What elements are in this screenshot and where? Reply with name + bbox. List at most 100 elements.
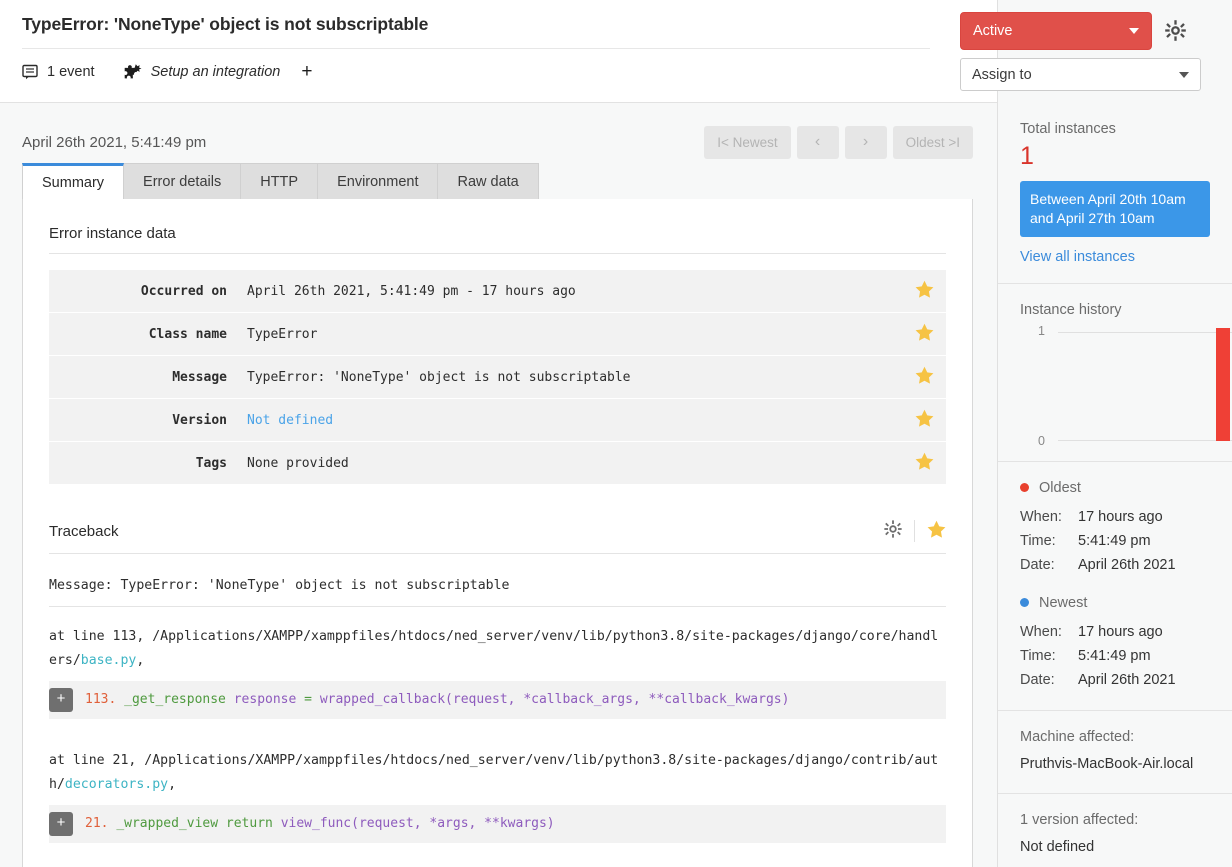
total-instances-value: 1 xyxy=(1020,143,1210,171)
instance-endpoints-block: Oldest When: 17 hours ago Time: 5:41:49 … xyxy=(998,461,1232,710)
table-row: Class name TypeError xyxy=(49,313,946,356)
main-column: TypeError: 'NoneType' object is not subs… xyxy=(0,0,997,867)
tab-error-details[interactable]: Error details xyxy=(124,163,241,199)
newest-date-label: Date: xyxy=(1020,668,1078,692)
oldest-title: Oldest xyxy=(1039,480,1081,496)
row-star[interactable] xyxy=(902,356,946,399)
page-header: TypeError: 'NoneType' object is not subs… xyxy=(0,0,997,103)
expand-frame-button[interactable]: + xyxy=(49,812,73,836)
traceback-header-icons xyxy=(884,520,946,542)
path-prefix: at line 21, /Applications/XAMPP/xamppfil… xyxy=(49,753,938,792)
table-row: Occurred on April 26th 2021, 5:41:49 pm … xyxy=(49,270,946,313)
code-line: 113. _get_response response = wrapped_ca… xyxy=(85,681,946,719)
instance-pager: I< Newest ‹ › Oldest >I xyxy=(704,126,973,159)
traceback-path: at line 21, /Applications/XAMPP/xamppfil… xyxy=(49,745,946,805)
table-row: Version Not defined xyxy=(49,399,946,442)
tab-environment[interactable]: Environment xyxy=(318,163,438,199)
view-all-instances-link[interactable]: View all instances xyxy=(1020,249,1210,265)
row-key: Message xyxy=(49,356,241,399)
newest-date-value: April 26th 2021 xyxy=(1078,668,1176,692)
oldest-date-label: Date: xyxy=(1020,553,1078,577)
newest-date-row: Date: April 26th 2021 xyxy=(1020,668,1210,692)
status-label: Active xyxy=(973,23,1129,39)
event-count-label: 1 event xyxy=(47,64,95,80)
row-key: Tags xyxy=(49,442,241,485)
star-icon xyxy=(915,409,934,427)
code-line-number: 113. xyxy=(85,692,116,707)
pager-prev-button[interactable]: ‹ xyxy=(797,126,839,159)
add-integration-button[interactable]: + xyxy=(301,62,312,81)
code-line-number: 21. xyxy=(85,816,108,831)
pager-newest-button[interactable]: I< Newest xyxy=(704,126,790,159)
newest-dot-icon xyxy=(1020,598,1029,607)
tab-summary[interactable]: Summary xyxy=(22,163,124,199)
tab-raw-data[interactable]: Raw data xyxy=(438,163,538,199)
pager-oldest-button[interactable]: Oldest >I xyxy=(893,126,973,159)
path-filename-link[interactable]: decorators.py xyxy=(65,777,168,792)
comment-icon xyxy=(22,64,39,80)
row-key: Occurred on xyxy=(49,270,241,313)
versions-affected-value: Not defined xyxy=(1020,836,1210,858)
row-star[interactable] xyxy=(902,313,946,356)
oldest-when-value: 17 hours ago xyxy=(1078,505,1163,529)
instance-history-chart: 1 0 xyxy=(1020,328,1210,443)
row-key: Version xyxy=(49,399,241,442)
event-count-item[interactable]: 1 event xyxy=(22,64,95,80)
error-detail-page: TypeError: 'NoneType' object is not subs… xyxy=(0,0,1232,867)
table-row: Message TypeError: 'NoneType' object is … xyxy=(49,356,946,399)
path-suffix: , xyxy=(168,777,176,792)
traceback-message: Message: TypeError: 'NoneType' object is… xyxy=(49,570,946,607)
code-function: _get_response xyxy=(124,692,226,707)
oldest-group: Oldest When: 17 hours ago Time: 5:41:49 … xyxy=(1020,480,1210,577)
row-star[interactable] xyxy=(902,270,946,313)
newest-when-row: When: 17 hours ago xyxy=(1020,620,1210,644)
chart-bar xyxy=(1216,328,1230,441)
page-title: TypeError: 'NoneType' object is not subs… xyxy=(22,14,930,49)
oldest-when-row: When: 17 hours ago xyxy=(1020,505,1210,529)
path-prefix: at line 113, /Applications/XAMPP/xamppfi… xyxy=(49,629,938,668)
code-expr-b: view_func(request, *args, **kwargs) xyxy=(281,816,555,831)
machine-affected-block: Machine affected: Pruthvis-MacBook-Air.l… xyxy=(998,710,1232,793)
chevron-down-icon xyxy=(1129,28,1139,34)
traceback-star-icon[interactable] xyxy=(927,520,946,542)
assign-to-select[interactable]: Assign to xyxy=(960,58,1201,91)
settings-gear-icon[interactable] xyxy=(1165,20,1186,46)
row-value-link[interactable]: Not defined xyxy=(247,413,333,428)
oldest-time-value: 5:41:49 pm xyxy=(1078,529,1151,553)
chart-ytick-bottom: 0 xyxy=(1038,434,1045,448)
code-operator: = xyxy=(304,692,312,707)
status-dropdown-button[interactable]: Active xyxy=(960,12,1152,50)
newest-title: Newest xyxy=(1039,595,1087,611)
newest-time-row: Time: 5:41:49 pm xyxy=(1020,644,1210,668)
row-star[interactable] xyxy=(902,399,946,442)
expand-frame-button[interactable]: + xyxy=(49,688,73,712)
code-expr-a: response xyxy=(234,692,297,707)
date-range-badge: Between April 20th 10am and April 27th 1… xyxy=(1020,181,1210,237)
total-instances-label: Total instances xyxy=(1020,121,1210,137)
code-function: _wrapped_view xyxy=(116,816,218,831)
code-expr-b: wrapped_callback(request, *callback_args… xyxy=(320,692,790,707)
oldest-date-row: Date: April 26th 2021 xyxy=(1020,553,1210,577)
traceback-header: Traceback xyxy=(49,520,946,554)
right-sidebar: Total instances 1 Between April 20th 10a… xyxy=(997,0,1232,867)
traceback-path: at line 113, /Applications/XAMPP/xamppfi… xyxy=(49,621,946,681)
row-star[interactable] xyxy=(902,442,946,485)
table-row: Tags None provided xyxy=(49,442,946,485)
row-value: None provided xyxy=(241,442,902,485)
oldest-when-label: When: xyxy=(1020,505,1078,529)
oldest-time-label: Time: xyxy=(1020,529,1078,553)
instance-date: April 26th 2021, 5:41:49 pm xyxy=(22,134,704,151)
tab-http[interactable]: HTTP xyxy=(241,163,318,199)
setup-integration-label: Setup an integration xyxy=(151,64,281,80)
traceback-frame: at line 21, /Applications/XAMPP/xamppfil… xyxy=(49,745,946,843)
assign-to-label: Assign to xyxy=(972,67,1179,83)
setup-integration-item[interactable]: Setup an integration + xyxy=(123,62,313,81)
tab-bar: Summary Error details HTTP Environment R… xyxy=(0,163,997,199)
gear-icon[interactable] xyxy=(884,520,902,542)
row-value: April 26th 2021, 5:41:49 pm - 17 hours a… xyxy=(241,270,902,313)
code-line: 21. _wrapped_view return view_func(reque… xyxy=(85,805,946,843)
pager-next-button[interactable]: › xyxy=(845,126,887,159)
path-filename-link[interactable]: base.py xyxy=(81,653,137,668)
newest-group: Newest When: 17 hours ago Time: 5:41:49 … xyxy=(1020,595,1210,692)
instance-history-label: Instance history xyxy=(1020,302,1210,318)
